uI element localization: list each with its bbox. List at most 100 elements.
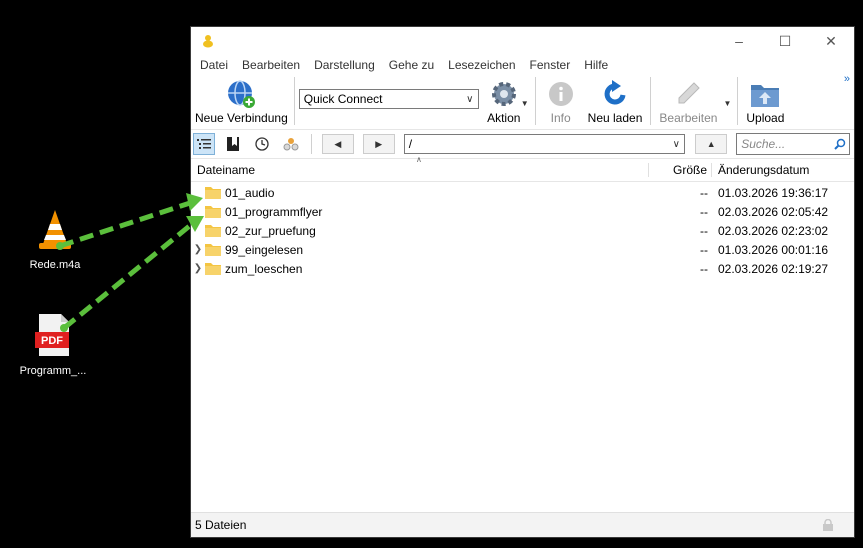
file-date: 02.03.2026 02:23:02 bbox=[718, 223, 829, 238]
edit-button[interactable]: Bearbeiten bbox=[659, 77, 717, 125]
menu-hilfe[interactable]: Hilfe bbox=[577, 58, 615, 72]
menu-bar: Datei Bearbeiten Darstellung Gehe zu Les… bbox=[191, 55, 854, 75]
sort-caret-icon: ∧ bbox=[416, 155, 422, 164]
file-date: 02.03.2026 02:19:27 bbox=[718, 261, 829, 276]
info-label: Info bbox=[550, 111, 571, 125]
file-row[interactable]: ❯ zum_loeschen -- 02.03.2026 02:19:27 bbox=[191, 259, 854, 278]
toolbar-separator bbox=[534, 77, 536, 125]
forward-button[interactable]: ▶ bbox=[362, 134, 395, 154]
menu-bearbeiten[interactable]: Bearbeiten bbox=[235, 58, 307, 72]
file-name: 02_zur_pruefung bbox=[225, 223, 316, 238]
desktop-file-rede-m4a[interactable]: Rede.m4a bbox=[10, 208, 100, 271]
file-size: -- bbox=[700, 242, 708, 257]
tree-view-icon bbox=[196, 139, 211, 149]
vlc-icon bbox=[39, 210, 71, 249]
title-bar: – ☐ ✕ bbox=[191, 27, 854, 55]
quick-connect-select[interactable]: Quick Connect ∨ bbox=[298, 89, 479, 109]
toolbar-overflow-icon[interactable]: » bbox=[844, 73, 850, 85]
search-placeholder: Suche... bbox=[741, 137, 786, 151]
reload-button[interactable]: Neu laden bbox=[587, 77, 643, 125]
column-header-date[interactable]: Änderungsdatum bbox=[711, 163, 854, 177]
pencil-icon bbox=[678, 82, 701, 104]
browser-view-button[interactable] bbox=[193, 133, 215, 155]
edit-dropdown-icon[interactable]: ▼ bbox=[723, 99, 731, 108]
file-name: 99_eingelesen bbox=[225, 242, 304, 257]
status-bar: 5 Dateien bbox=[191, 512, 854, 537]
folder-icon bbox=[205, 225, 221, 237]
gear-icon bbox=[491, 82, 516, 106]
bookmarks-button[interactable] bbox=[222, 133, 244, 155]
file-size: -- bbox=[700, 261, 708, 276]
toolbar-separator bbox=[310, 134, 312, 154]
file-size: -- bbox=[700, 223, 708, 238]
bonjour-button[interactable] bbox=[280, 133, 302, 155]
reload-label: Neu laden bbox=[587, 111, 643, 125]
chevron-right-icon[interactable]: ❯ bbox=[191, 263, 205, 274]
desktop-file-label: Rede.m4a bbox=[29, 259, 81, 271]
upload-button[interactable]: Upload bbox=[746, 77, 784, 125]
file-row[interactable]: 02_zur_pruefung -- 02.03.2026 02:23:02 bbox=[191, 221, 854, 240]
file-size: -- bbox=[700, 185, 708, 200]
file-row[interactable]: ❯ 99_eingelesen -- 01.03.2026 00:01:16 bbox=[191, 240, 854, 259]
upload-folder-icon bbox=[751, 85, 780, 107]
column-header-size[interactable]: Größe bbox=[648, 163, 711, 177]
edit-label: Bearbeiten bbox=[659, 111, 718, 125]
folder-icon bbox=[205, 206, 221, 218]
maximize-button[interactable]: ☐ bbox=[762, 27, 808, 55]
file-row[interactable]: 01_programmflyer -- 02.03.2026 02:05:42 bbox=[191, 202, 854, 221]
file-name: zum_loeschen bbox=[225, 261, 303, 276]
search-input[interactable]: Suche... bbox=[736, 133, 851, 155]
action-dropdown-icon[interactable]: ▼ bbox=[521, 99, 529, 108]
new-connection-button[interactable]: Neue Verbindung bbox=[195, 77, 288, 125]
minimize-button[interactable]: – bbox=[716, 27, 762, 55]
pdf-icon: PDF bbox=[35, 314, 69, 356]
back-button[interactable]: ◀ bbox=[321, 134, 354, 154]
action-label: Aktion bbox=[487, 111, 521, 125]
bonjour-icon bbox=[283, 138, 299, 151]
file-date: 02.03.2026 02:05:42 bbox=[718, 204, 829, 219]
toolbar-separator bbox=[650, 77, 652, 125]
info-button[interactable]: Info bbox=[544, 77, 578, 125]
reload-icon bbox=[604, 80, 626, 105]
desktop-file-programm-pdf[interactable]: PDF Programm_... bbox=[8, 312, 98, 377]
menu-lesezeichen[interactable]: Lesezeichen bbox=[441, 58, 522, 72]
lock-icon bbox=[823, 519, 833, 531]
status-text: 5 Dateien bbox=[195, 518, 247, 532]
close-button[interactable]: ✕ bbox=[808, 27, 854, 55]
globe-plus-icon bbox=[228, 80, 256, 108]
quick-connect-value: Quick Connect bbox=[303, 92, 383, 106]
chevron-down-icon: ∨ bbox=[672, 138, 680, 150]
clock-icon bbox=[255, 137, 269, 151]
search-icon bbox=[834, 138, 846, 150]
svg-text:PDF: PDF bbox=[41, 335, 63, 347]
parent-directory-button[interactable]: ▲ bbox=[695, 134, 728, 154]
chevron-down-icon: ∨ bbox=[466, 93, 474, 105]
menu-darstellung[interactable]: Darstellung bbox=[307, 58, 382, 72]
menu-gehe-zu[interactable]: Gehe zu bbox=[382, 58, 441, 72]
path-select[interactable]: / ∨ bbox=[403, 134, 686, 154]
column-header-name[interactable]: Dateiname bbox=[191, 163, 648, 177]
toolbar-separator bbox=[737, 77, 739, 125]
new-connection-label: Neue Verbindung bbox=[195, 111, 288, 125]
folder-icon bbox=[205, 244, 221, 256]
menu-fenster[interactable]: Fenster bbox=[523, 58, 578, 72]
cyberduck-window: – ☐ ✕ Datei Bearbeiten Darstellung Gehe … bbox=[190, 26, 855, 538]
file-date: 01.03.2026 00:01:16 bbox=[718, 242, 829, 257]
history-button[interactable] bbox=[251, 133, 273, 155]
file-row[interactable]: 01_audio -- 01.03.2026 19:36:17 bbox=[191, 183, 854, 202]
desktop-file-label: Programm_... bbox=[19, 365, 87, 377]
chevron-right-icon[interactable]: ❯ bbox=[191, 244, 205, 255]
info-icon bbox=[548, 82, 573, 106]
file-list: 01_audio -- 01.03.2026 19:36:17 01_progr… bbox=[191, 182, 854, 278]
path-value: / bbox=[408, 137, 413, 151]
file-list-header: ∧ Dateiname Größe Änderungsdatum bbox=[191, 155, 854, 182]
toolbar: Neue Verbindung Quick Connect ∨ Aktion ▼ bbox=[191, 73, 854, 129]
file-size: -- bbox=[700, 204, 708, 219]
file-name: 01_programmflyer bbox=[225, 204, 323, 219]
menu-datei[interactable]: Datei bbox=[193, 58, 235, 72]
action-button[interactable]: Aktion bbox=[487, 77, 521, 125]
file-date: 01.03.2026 19:36:17 bbox=[718, 185, 829, 200]
upload-label: Upload bbox=[746, 111, 785, 125]
file-name: 01_audio bbox=[225, 185, 275, 200]
bookmark-icon bbox=[226, 137, 239, 151]
